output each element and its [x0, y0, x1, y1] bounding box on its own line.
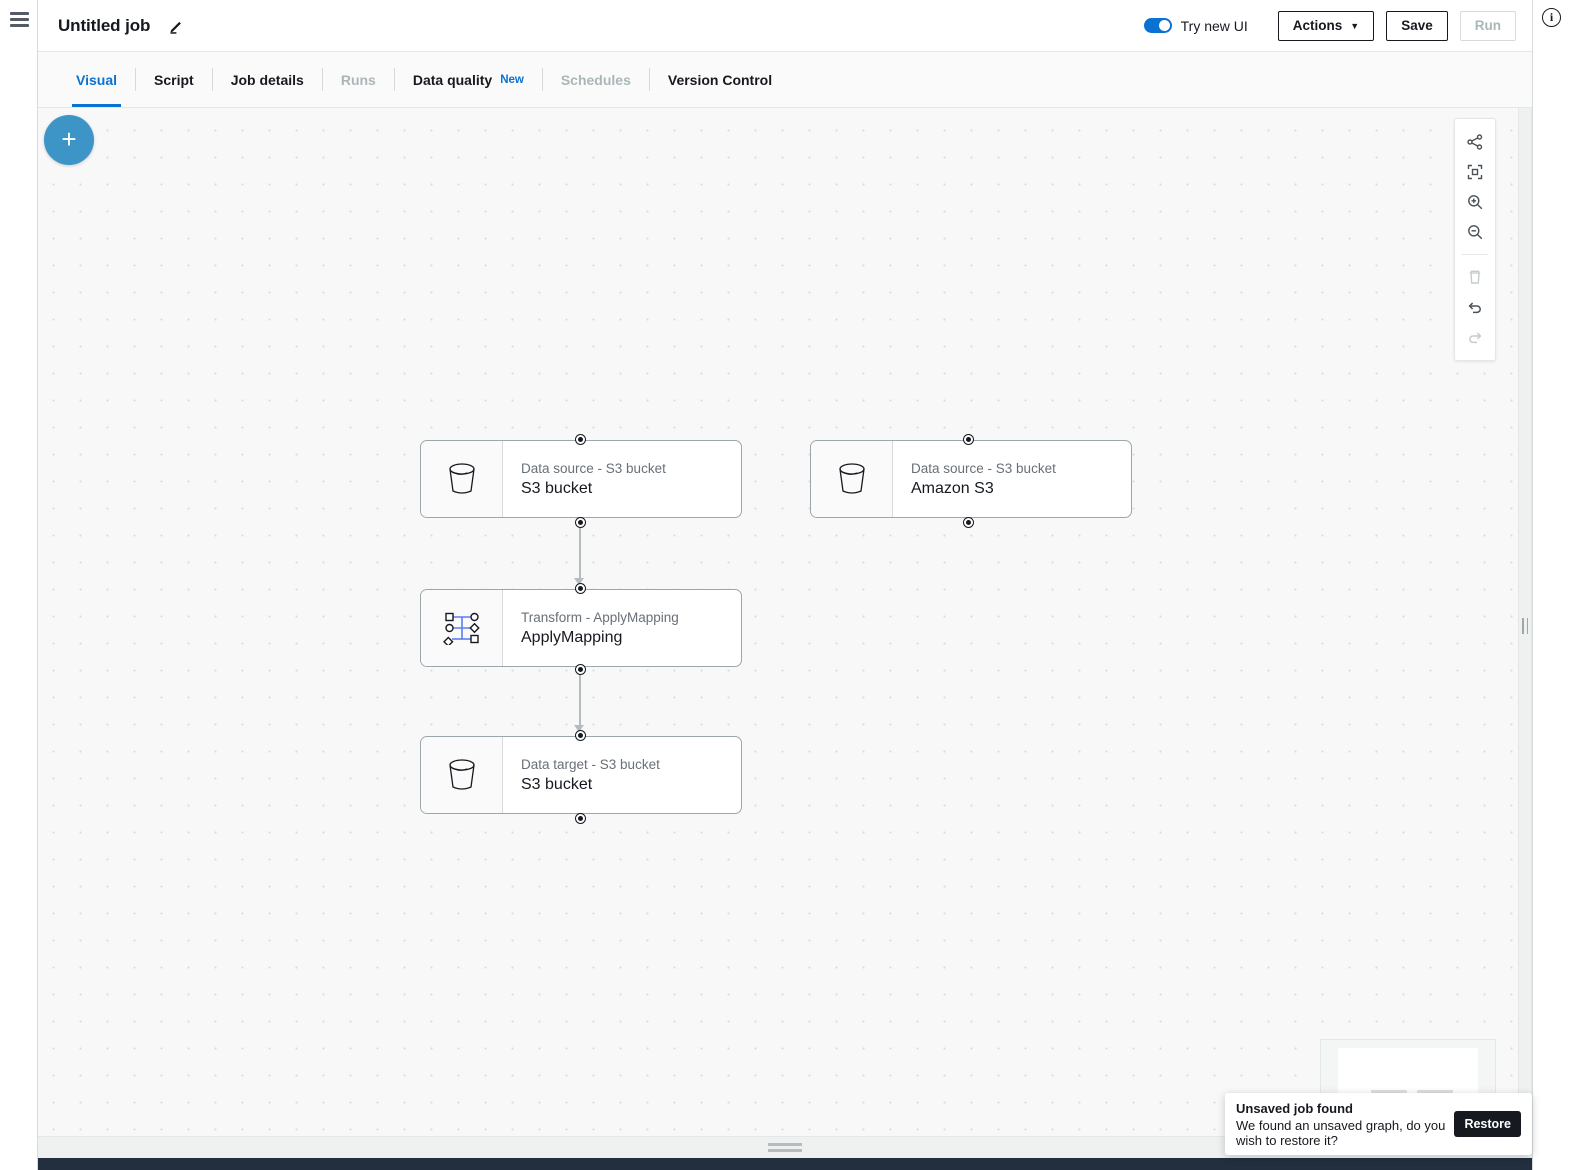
- node-port-bottom[interactable]: [964, 518, 973, 527]
- node-target-s3-bucket[interactable]: Data target - S3 bucket S3 bucket: [420, 736, 742, 814]
- splitter-grip-icon: [1522, 618, 1528, 634]
- try-new-ui-toggle[interactable]: Try new UI: [1144, 18, 1248, 34]
- chevron-down-icon: ▼: [1350, 21, 1359, 31]
- bottom-bar: [0, 1158, 1570, 1170]
- node-text: Data target - S3 bucket S3 bucket: [503, 737, 741, 813]
- toast-title: Unsaved job found: [1236, 1101, 1446, 1116]
- node-title: S3 bucket: [521, 480, 741, 498]
- plus-icon: +: [61, 126, 76, 152]
- graph-toolbar: [1454, 118, 1496, 361]
- actions-label: Actions: [1293, 18, 1343, 33]
- node-source-s3-bucket[interactable]: Data source - S3 bucket S3 bucket: [420, 440, 742, 518]
- toggle-label: Try new UI: [1181, 18, 1248, 34]
- zoom-out-icon[interactable]: [1458, 217, 1492, 247]
- hamburger-menu-icon[interactable]: [10, 12, 29, 27]
- fit-to-screen-icon[interactable]: [1458, 157, 1492, 187]
- tab-version-control[interactable]: Version Control: [650, 52, 790, 107]
- tab-job-details[interactable]: Job details: [213, 52, 322, 107]
- tab-data-quality[interactable]: Data quality New: [395, 52, 542, 107]
- tab-label: Job details: [231, 72, 304, 88]
- right-rail: i: [1532, 0, 1570, 1170]
- node-subtitle: Transform - ApplyMapping: [521, 610, 741, 625]
- node-text: Data source - S3 bucket S3 bucket: [503, 441, 741, 517]
- tab-label: Script: [154, 72, 194, 88]
- node-port-bottom[interactable]: [576, 665, 585, 674]
- visual-graph-canvas[interactable]: + Data source - S3 bucket S3 bucket: [38, 108, 1518, 1143]
- toast-body: We found an unsaved graph, do you wish t…: [1236, 1118, 1446, 1148]
- auto-layout-icon[interactable]: [1458, 127, 1492, 157]
- tab-label: Schedules: [561, 72, 631, 88]
- s3-bucket-icon: [421, 737, 503, 813]
- tab-bar: Visual Script Job details Runs Data qual…: [38, 52, 1532, 108]
- redo-icon[interactable]: [1458, 322, 1492, 352]
- splitter-grip-icon: [768, 1143, 802, 1152]
- tab-schedules: Schedules: [543, 52, 649, 107]
- toolbar-divider: [1462, 254, 1488, 255]
- zoom-in-icon[interactable]: [1458, 187, 1492, 217]
- tab-label: Visual: [76, 72, 117, 88]
- node-source-amazon-s3[interactable]: Data source - S3 bucket Amazon S3: [810, 440, 1132, 518]
- node-text: Transform - ApplyMapping ApplyMapping: [503, 590, 741, 666]
- tab-script[interactable]: Script: [136, 52, 212, 107]
- header-actions: Try new UI Actions ▼ Save Run: [1144, 11, 1516, 41]
- tab-label: Version Control: [668, 72, 772, 88]
- node-port-bottom[interactable]: [576, 518, 585, 527]
- node-port-top[interactable]: [964, 435, 973, 444]
- new-badge: New: [500, 74, 524, 86]
- node-transform-applymapping[interactable]: Transform - ApplyMapping ApplyMapping: [420, 589, 742, 667]
- node-subtitle: Data source - S3 bucket: [521, 461, 741, 476]
- s3-bucket-icon: [811, 441, 893, 517]
- node-port-top[interactable]: [576, 435, 585, 444]
- glue-studio-window: i Untitled job Try new UI Actions ▼ Save…: [0, 0, 1570, 1170]
- node-title: ApplyMapping: [521, 629, 741, 647]
- tab-runs: Runs: [323, 52, 394, 107]
- header-bar: Untitled job Try new UI Actions ▼ Save R…: [38, 0, 1532, 52]
- toast-text: Unsaved job found We found an unsaved gr…: [1236, 1101, 1446, 1148]
- tab-visual[interactable]: Visual: [58, 52, 135, 107]
- undo-icon[interactable]: [1458, 292, 1492, 322]
- tab-label: Data quality: [413, 72, 492, 88]
- apply-mapping-icon: [421, 590, 503, 666]
- toggle-switch[interactable]: [1144, 18, 1172, 33]
- add-node-button[interactable]: +: [44, 115, 94, 165]
- run-button[interactable]: Run: [1460, 11, 1516, 41]
- node-port-top[interactable]: [576, 584, 585, 593]
- s3-bucket-icon: [421, 441, 503, 517]
- tab-label: Runs: [341, 72, 376, 88]
- save-button[interactable]: Save: [1386, 11, 1448, 41]
- delete-icon[interactable]: [1458, 262, 1492, 292]
- node-title: S3 bucket: [521, 776, 741, 794]
- restore-button[interactable]: Restore: [1454, 1111, 1521, 1137]
- page-title: Untitled job: [58, 16, 150, 36]
- node-text: Data source - S3 bucket Amazon S3: [893, 441, 1131, 517]
- vertical-splitter[interactable]: [1518, 108, 1532, 1143]
- node-port-top[interactable]: [576, 731, 585, 740]
- info-icon[interactable]: i: [1542, 8, 1561, 27]
- node-subtitle: Data target - S3 bucket: [521, 757, 741, 772]
- actions-button[interactable]: Actions ▼: [1278, 11, 1374, 41]
- pencil-icon[interactable]: [166, 16, 186, 36]
- left-rail: [0, 0, 38, 1170]
- node-subtitle: Data source - S3 bucket: [911, 461, 1131, 476]
- unsaved-job-toast: Unsaved job found We found an unsaved gr…: [1225, 1093, 1532, 1155]
- node-title: Amazon S3: [911, 480, 1131, 498]
- node-port-bottom[interactable]: [576, 814, 585, 823]
